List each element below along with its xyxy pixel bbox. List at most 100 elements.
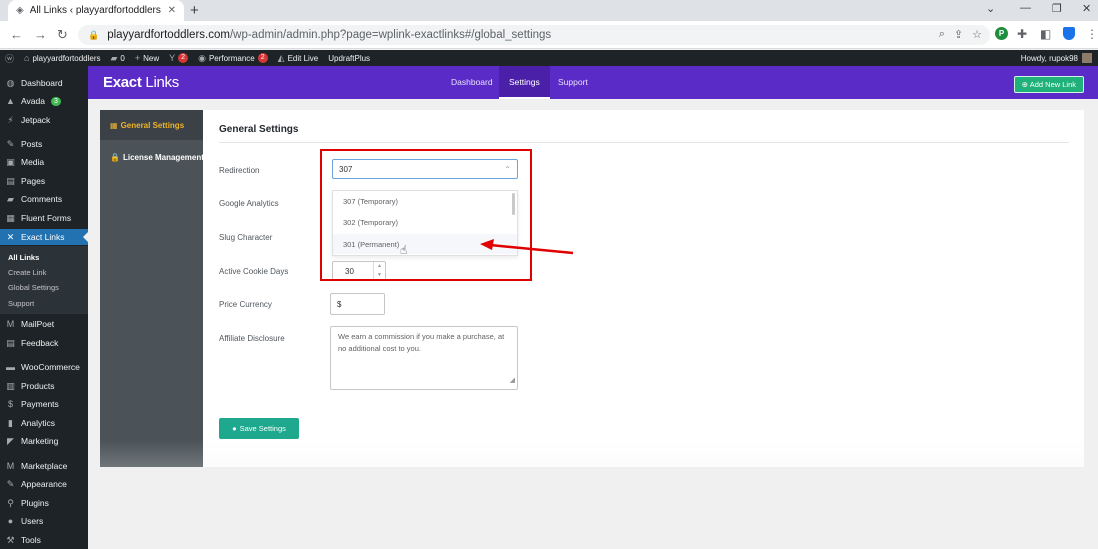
price-currency-input[interactable]: $ [330,293,385,315]
dashboard-icon: ◍ [6,77,15,88]
maximize-icon[interactable]: ❐ [1052,2,1062,15]
sidebar-item-appearance[interactable]: ✎ Appearance [0,476,88,492]
sidebar-item-users[interactable]: ● Users [0,513,88,529]
new-tab-button[interactable]: + [190,2,199,19]
lock-icon: 🔒 [110,152,120,162]
sidebar-item-marketplace[interactable]: M Marketplace [0,458,88,474]
jetpack-icon: ⚡ [7,114,14,125]
tab-close-icon[interactable]: ✕ [168,5,176,16]
sidebar-item-posts[interactable]: ✎ Posts [0,136,88,152]
save-settings-button[interactable]: ● Save Settings [219,418,299,439]
sidebar-item-marketing[interactable]: ◤ Marketing [0,433,88,449]
page-title: General Settings [219,124,299,135]
side-nav-license-management[interactable]: 🔒 License Management [100,142,204,172]
submenu-support[interactable]: Support [0,299,88,308]
sidebar-item-fluent-forms[interactable]: ▦ Fluent Forms [0,210,88,226]
marketing-icon: ◤ [7,435,14,446]
sidebar-item-exact-links[interactable]: ✕ Exact Links [0,229,88,245]
tools-icon: ⚒ [6,534,15,545]
plugins-icon: ⚲ [7,497,14,508]
sidebar-item-mailpoet[interactable]: M MailPoet [0,316,88,332]
sidebar-item-plugins[interactable]: ⚲ Plugins [0,495,88,511]
browser-tab-bar: ◈ All Links ‹ playyardfortoddlers — ✕ + … [0,0,1098,21]
marketplace-icon: M [6,461,15,471]
sidebar-item-analytics[interactable]: ▮ Analytics [0,415,88,431]
new-content-link[interactable]: + New [130,53,164,63]
sidebar-item-media[interactable]: ▣ Media [0,154,88,170]
plus-circle-icon: ⊕ [1021,80,1029,89]
sidebar-item-feedback[interactable]: ▤ Feedback [0,335,88,351]
comment-icon: ▰ [110,52,118,63]
cookie-days-label: Active Cookie Days [219,267,289,276]
users-icon: ● [7,516,14,526]
links-icon: ✕ [6,231,15,242]
sidebar-item-products[interactable]: ▥ Products [0,378,88,394]
performance-link[interactable]: ◉ Performance 2 [193,53,273,64]
side-panel-icon[interactable]: ◧ [1040,27,1051,41]
comments-link[interactable]: ▰ 0 [106,53,130,64]
annotation-highlight-box [320,149,532,281]
performance-icon: ◉ [198,52,206,63]
tab-settings[interactable]: Settings [499,66,550,99]
sidebar-item-tools[interactable]: ⚒ Tools [0,532,88,548]
zoom-icon[interactable]: ⌕ [939,28,945,41]
minimize-icon[interactable]: — [1020,2,1031,14]
site-name-link[interactable]: ⌂ playyardfortoddlers [19,53,105,63]
extensions-puzzle-icon[interactable]: ✚ [1017,27,1027,41]
share-icon[interactable]: ⇪ [954,28,963,41]
price-currency-label: Price Currency [219,300,272,309]
url-text: playyardfortoddlers.com/wp-admin/admin.p… [107,29,552,41]
wp-logo-icon[interactable]: ⓦ [0,52,19,65]
back-icon[interactable]: ← [10,27,23,42]
sidebar-item-pages[interactable]: ▤ Pages [0,173,88,189]
window-close-icon[interactable]: ✕ [1082,2,1091,15]
avada-live-icon: ◭ [277,52,285,63]
extension-p-icon[interactable]: P [995,27,1008,40]
sidebar-item-comments[interactable]: ▰ Comments [0,191,88,207]
bookmark-star-icon[interactable]: ☆ [972,28,982,41]
shield-extension-icon[interactable] [1063,27,1075,40]
account-menu[interactable]: Howdy, rupok98 [1021,50,1092,66]
payments-icon: $ [7,399,13,409]
calendar-icon: ▦ [110,120,118,130]
side-nav-general-settings[interactable]: ▦ General Settings [100,110,203,140]
pages-icon: ▤ [6,175,15,186]
exact-links-header: Exact Links Dashboard Settings Support ⊕… [88,66,1098,99]
slug-character-label: Slug Character [219,233,273,242]
forms-icon: ▦ [6,212,15,223]
sidebar-item-payments[interactable]: $ Payments [0,396,88,412]
affiliate-disclosure-textarea[interactable]: We earn a commission if you make a purch… [330,326,518,390]
resize-grip-icon[interactable]: ◢ [510,375,515,387]
google-analytics-label: Google Analytics [219,199,279,208]
pin-icon: ✎ [6,138,15,149]
yoast-link[interactable]: Y2 [164,53,193,63]
wp-admin-bar: ⓦ ⌂ playyardfortoddlers ▰ 0 + New Y2 ◉ Perfo… [0,50,1098,66]
sidebar-item-jetpack[interactable]: ⚡ Jetpack [0,112,88,128]
tab-dashboard[interactable]: Dashboard [451,66,493,99]
reload-icon[interactable]: ↻ [57,27,68,43]
sidebar-item-avada[interactable]: ▲ Avada 3 [0,93,88,109]
affiliate-disclosure-label: Affiliate Disclosure [219,334,285,343]
comments-icon: ▰ [7,193,14,204]
address-bar[interactable]: 🔒 playyardfortoddlers.com/wp-admin/admin… [78,25,990,45]
submenu-all-links[interactable]: All Links [0,253,88,262]
exact-links-logo: Exact Links [103,74,179,91]
submenu-create-link[interactable]: Create Link [0,268,88,277]
chevron-down-icon[interactable]: ⌄ [986,2,995,15]
add-new-link-button[interactable]: ⊕ Add New Link [1013,76,1084,93]
forward-icon[interactable]: → [34,27,47,42]
media-icon: ▣ [6,156,15,167]
appearance-icon: ✎ [6,478,15,489]
browser-menu-icon[interactable]: ⋮ [1086,27,1098,41]
updraftplus-link[interactable]: UpdraftPlus [323,54,375,63]
sidebar-item-dashboard[interactable]: ◍ Dashboard [0,75,88,91]
submenu-global-settings[interactable]: Global Settings [0,283,88,292]
browser-tab[interactable]: ◈ All Links ‹ playyardfortoddlers — ✕ [8,0,184,21]
divider [219,142,1069,143]
sidebar-item-woocommerce[interactable]: ▬ WooCommerce [0,359,88,375]
products-icon: ▥ [6,380,15,391]
edit-live-link[interactable]: ◭ Edit Live [273,53,324,64]
avatar [1082,53,1092,63]
tab-support[interactable]: Support [558,66,588,99]
site-favicon-icon: ◈ [16,5,24,16]
